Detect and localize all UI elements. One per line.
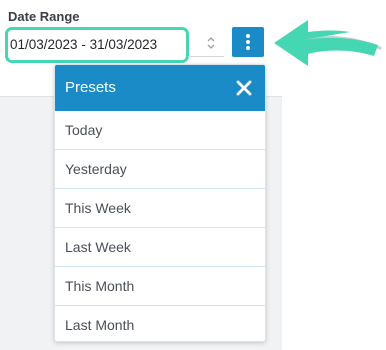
input-underline (188, 56, 224, 57)
preset-yesterday[interactable]: Yesterday (55, 150, 265, 189)
vertical-ellipsis-icon (246, 34, 250, 38)
curved-arrow-icon (274, 20, 382, 66)
preset-last-week[interactable]: Last Week (55, 228, 265, 267)
presets-title: Presets (65, 79, 116, 96)
presets-header: Presets (55, 65, 265, 111)
preset-this-month[interactable]: This Month (55, 267, 265, 306)
date-range-label: Date Range (8, 9, 80, 24)
date-range-input[interactable] (8, 30, 188, 58)
presets-menu-button[interactable] (232, 27, 264, 57)
preset-this-week[interactable]: This Week (55, 189, 265, 228)
up-down-chevron-icon[interactable] (204, 33, 218, 53)
preset-today[interactable]: Today (55, 111, 265, 150)
preset-last-month[interactable]: Last Month (55, 306, 265, 341)
presets-dropdown: Presets Today Yesterday This Week Last W… (54, 64, 266, 342)
close-icon[interactable] (235, 79, 253, 97)
